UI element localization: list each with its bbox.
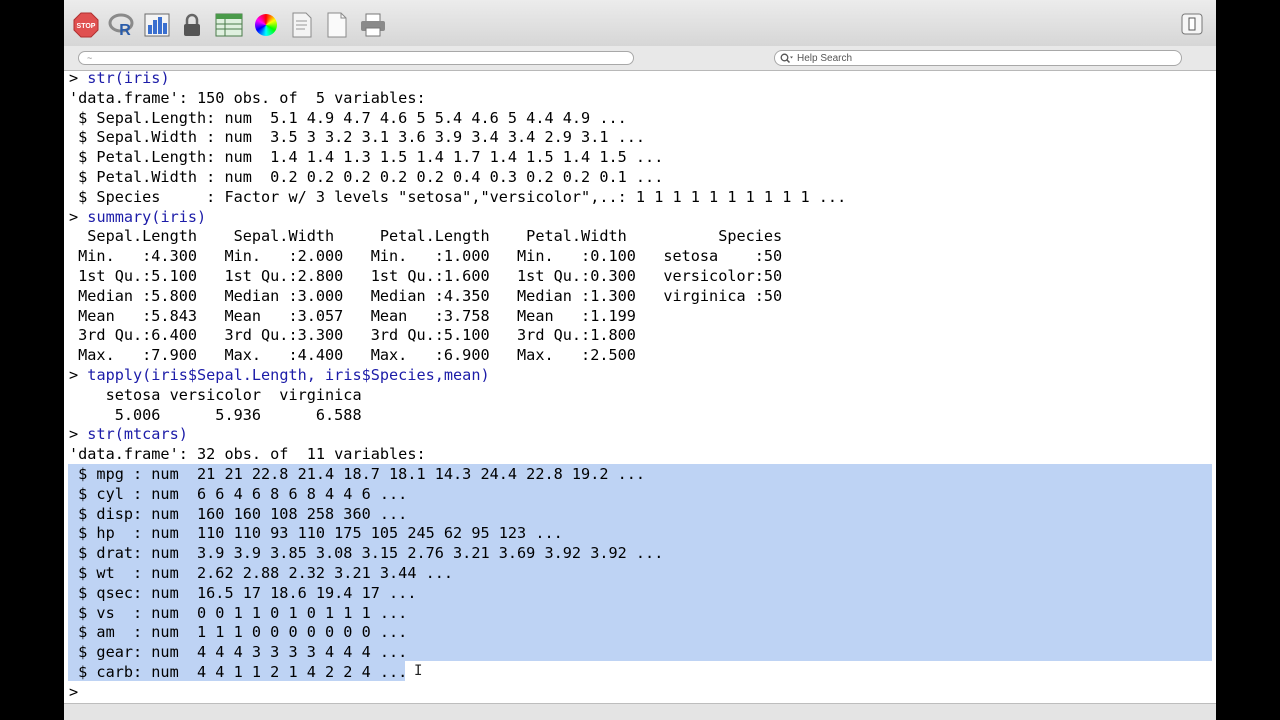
bar-chart-icon[interactable] — [143, 11, 171, 39]
color-wheel-icon[interactable] — [252, 11, 280, 39]
console-output-line: $ Sepal.Length: num 5.1 4.9 4.7 4.6 5 5.… — [69, 108, 627, 127]
help-search-input[interactable]: Help Search — [774, 50, 1182, 66]
new-document-icon[interactable] — [323, 11, 351, 39]
document-edit-icon[interactable] — [288, 11, 316, 39]
lock-icon[interactable] — [178, 11, 206, 39]
console-output-line: Mean :5.843 Mean :3.057 Mean :3.758 Mean… — [69, 306, 801, 325]
console-output-line: $ wt : num 2.62 2.88 2.32 3.21 3.44 ... — [69, 564, 454, 582]
console-command-line: > str(mtcars) — [69, 424, 188, 444]
console-output-line: $ hp : num 110 110 93 110 175 105 245 62… — [69, 524, 563, 543]
console-prompt: > — [69, 425, 88, 444]
console-command: str(mtcars) — [87, 425, 188, 444]
console-output-line: $ cyl : num 6 6 4 6 8 6 8 4 4 6 ... — [69, 484, 408, 503]
console-command-line: > — [69, 682, 87, 702]
console-command-line: > str(iris) — [69, 68, 170, 88]
sidebar-toggle-icon[interactable] — [1180, 12, 1204, 36]
console-output-line: Max. :7.900 Max. :4.400 Max. :6.900 Max.… — [69, 346, 801, 365]
console-output-line: $ disp: num 160 160 108 258 360 ... — [69, 504, 408, 523]
console-command-line: > tapply(iris$Sepal.Length, iris$Species… — [69, 365, 490, 385]
toolbar: STOP R — [64, 0, 1216, 46]
console-command-line: > summary(iris) — [69, 207, 206, 227]
svg-text:R: R — [119, 22, 131, 38]
console-command: summary(iris) — [87, 207, 207, 226]
console-output-line: 'data.frame': 150 obs. of 5 variables: — [69, 88, 426, 107]
console-output-line: 'data.frame': 32 obs. of 11 variables: — [69, 445, 426, 464]
console-command: tapply(iris$Sepal.Length, iris$Species,m… — [87, 366, 490, 384]
console-output-line: $ drat: num 3.9 3.9 3.85 3.08 3.15 2.76 … — [69, 544, 664, 563]
console-output-line: $ qsec: num 16.5 17 18.6 19.4 17 ... — [69, 583, 417, 602]
console-output-line: 3rd Qu.:6.400 3rd Qu.:3.300 3rd Qu.:5.10… — [69, 326, 801, 345]
console-output[interactable]: > str(iris)'data.frame': 150 obs. of 5 v… — [64, 68, 1216, 703]
printer-icon[interactable] — [359, 11, 387, 39]
table-icon[interactable] — [215, 11, 243, 39]
console-output-line: $ Sepal.Width : num 3.5 3 3.2 3.1 3.6 3.… — [69, 128, 646, 147]
console-output-line: Min. :4.300 Min. :2.000 Min. :1.000 Min.… — [69, 247, 801, 266]
console-prompt: > — [69, 69, 88, 87]
status-bar — [64, 703, 1216, 720]
console-output-line: $ Petal.Width : num 0.2 0.2 0.2 0.2 0.2 … — [69, 168, 664, 186]
console-prompt: > — [69, 682, 88, 701]
i-beam-cursor-icon: I — [414, 663, 423, 679]
console-prompt: > — [69, 366, 88, 384]
path-bar: ~ Help Search — [64, 46, 1216, 71]
console-output-line: Median :5.800 Median :3.000 Median :4.35… — [69, 286, 801, 305]
svg-text:STOP: STOP — [77, 23, 96, 30]
r-console-window: STOP R ~ Help Search > str(iris) 'data.f… — [64, 0, 1216, 720]
console-output-line: $ Petal.Length: num 1.4 1.4 1.3 1.5 1.4 … — [69, 148, 664, 167]
console-output-line: 5.006 5.936 6.588 — [69, 405, 371, 424]
console-output-line: setosa versicolor virginica — [69, 385, 371, 404]
console-command: str(iris) — [87, 69, 170, 87]
r-logo-icon[interactable]: R — [108, 11, 136, 39]
console-output-line: $ vs : num 0 0 1 1 0 1 0 1 1 1 ... — [69, 603, 408, 622]
working-directory-field[interactable]: ~ — [78, 51, 634, 65]
console-prompt: > — [69, 207, 88, 226]
stop-icon[interactable]: STOP — [72, 11, 100, 39]
console-output-line: $ carb: num 4 4 1 1 2 1 4 2 2 4 ... — [69, 663, 408, 681]
console-output-line: $ am : num 1 1 1 0 0 0 0 0 0 0 ... — [69, 623, 408, 642]
console-output-line: Sepal.Length Sepal.Width Petal.Length Pe… — [69, 227, 801, 246]
console-output-line: $ Species : Factor w/ 3 levels "setosa",… — [69, 187, 847, 206]
console-output-line: $ gear: num 4 4 4 3 3 3 3 4 4 4 ... — [69, 643, 408, 662]
help-search-placeholder: Help Search — [797, 53, 853, 64]
console-output-line: $ mpg : num 21 21 22.8 21.4 18.7 18.1 14… — [69, 465, 646, 483]
search-icon — [780, 53, 793, 64]
console-output-line: 1st Qu.:5.100 1st Qu.:2.800 1st Qu.:1.60… — [69, 267, 801, 285]
